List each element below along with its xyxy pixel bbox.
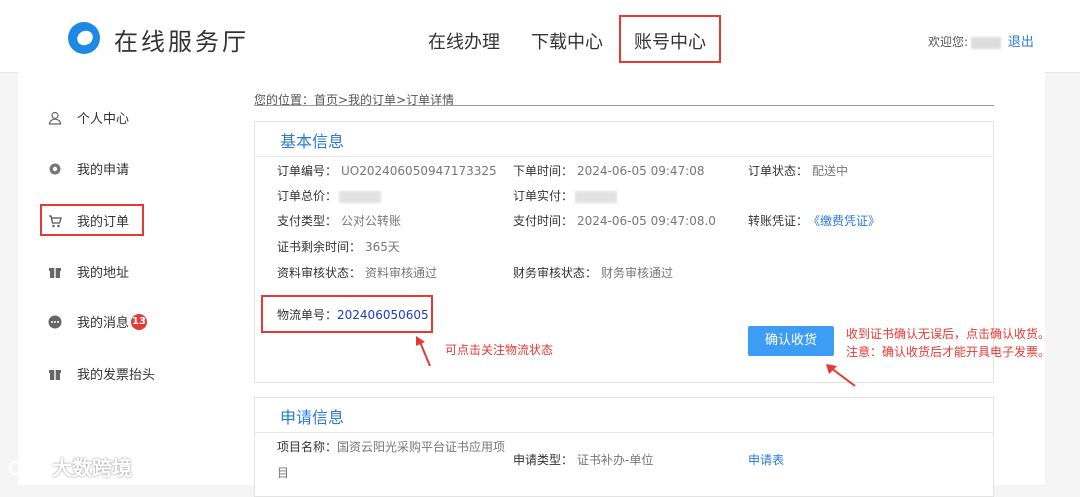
top-header: 在线服务厅 在线办理 下载中心 账号中心 欢迎您: 退出 [0, 0, 1080, 73]
pay-time-field: 支付时间： 2024-06-05 09:47:08.0 [513, 214, 716, 228]
pay-type-field: 支付类型： 公对公转账 [277, 214, 402, 228]
sidebar-item-label: 个人中心 [77, 112, 130, 127]
order-total-field: 订单总价： [277, 187, 382, 204]
sidebar-item-label: 我的发票抬头 [77, 368, 156, 383]
sidebar-item-label: 我的地址 [77, 266, 130, 281]
username-redacted [971, 36, 1002, 49]
logistics-tip-annotation: 可点击关注物流状态 [445, 343, 554, 357]
apply-info-panel: 申请信息 项目名称：国资云阳光采购平台证书应用项 目 申请类型： 证书补办-单位 … [254, 397, 994, 497]
arrow-annotation-icon [826, 364, 856, 387]
main-content: 您的位置：首页>我的订单>订单详情 基本信息 订单编号： UO2024060509… [240, 72, 1045, 497]
logo-icon [68, 22, 100, 54]
fin-review-field: 财务审核状态： 财务审核通过 [513, 266, 674, 280]
doc-review-field: 资料审核状态： 资料审核通过 [277, 266, 438, 280]
gift-icon [48, 265, 62, 279]
voucher-field: 转账凭证： 《缴费凭证》 [748, 214, 881, 228]
apply-form-field: 申请表 [748, 451, 784, 468]
pay-type-value: 公对公转账 [341, 214, 402, 228]
cert-remain-field: 证书剩余时间： 365天 [277, 240, 400, 254]
cert-remain-value: 365天 [365, 240, 400, 254]
welcome-area: 欢迎您: 退出 [928, 31, 1034, 50]
watermark-text: 大数跨境 [52, 456, 132, 480]
apply-info-title: 申请信息 [280, 408, 345, 427]
site-title: 在线服务厅 [114, 28, 249, 56]
project-name-field: 项目名称：国资云阳光采购平台证书应用项 [277, 440, 506, 454]
order-time-field: 下单时间： 2024-06-05 09:47:08 [513, 164, 705, 178]
order-paid-redacted [575, 190, 618, 203]
nav-download-center[interactable]: 下载中心 [531, 28, 603, 54]
watermark-logo-icon [8, 458, 44, 475]
panel-divider [255, 432, 993, 433]
confirm-tip-line-2: 注意：确认收货后才能开具电子发票。 [846, 345, 1051, 359]
order-time-value: 2024-06-05 09:47:08 [577, 164, 705, 178]
watermark: 大数跨境 [8, 452, 132, 481]
project-name-value: 国资云阳光采购平台证书应用项 [337, 440, 506, 454]
order-status-field: 订单状态： 配送中 [748, 164, 849, 178]
panel-divider [255, 156, 993, 157]
settings-icon [48, 162, 62, 176]
order-status-value: 配送中 [812, 164, 849, 178]
voucher-link[interactable]: 《缴费凭证》 [814, 214, 880, 228]
order-paid-field: 订单实付： [513, 187, 618, 204]
sidebar-highlight-box [40, 204, 144, 236]
order-total-redacted [339, 190, 382, 203]
sidebar-item-personal-center[interactable]: 个人中心 [48, 108, 129, 127]
welcome-text: 欢迎您: [928, 35, 969, 49]
logistics-highlight-box [261, 295, 433, 333]
logout-link[interactable]: 退出 [1008, 35, 1034, 50]
arrow-annotation-icon [416, 336, 431, 367]
pay-time-value: 2024-06-05 09:47:08.0 [577, 214, 716, 228]
sidebar-item-invoice-title[interactable]: 我的发票抬头 [48, 364, 155, 383]
chat-icon [48, 315, 62, 329]
sidebar-item-my-messages[interactable]: 我的消息 13 [48, 312, 148, 331]
sidebar-item-my-address[interactable]: 我的地址 [48, 262, 129, 281]
gift-icon [48, 367, 62, 381]
sidebar: 个人中心 我的申请 我的订单 我的地址 我的消息 13 我的发票抬头 [18, 72, 240, 485]
message-count-badge: 13 [131, 313, 148, 330]
sidebar-item-label: 我的消息 [77, 316, 130, 331]
user-icon [48, 111, 62, 125]
apply-type-value: 证书补办-单位 [577, 453, 654, 467]
order-number-field: 订单编号： UO202406050947173325 [277, 164, 497, 178]
fin-review-value: 财务审核通过 [601, 266, 674, 280]
apply-form-link[interactable]: 申请表 [748, 453, 784, 467]
nav-online-service[interactable]: 在线办理 [428, 28, 500, 54]
apply-type-field: 申请类型： 证书补办-单位 [513, 453, 654, 467]
doc-review-value: 资料审核通过 [365, 266, 438, 280]
sidebar-item-label: 我的申请 [77, 163, 130, 178]
basic-info-title: 基本信息 [280, 132, 345, 151]
project-name-continued: 目 [277, 466, 290, 480]
confirm-receipt-button[interactable]: 确认收货 [748, 326, 834, 356]
breadcrumb-divider [254, 105, 994, 106]
confirm-tip-line-1: 收到证书确认无误后，点击确认收货。 [846, 327, 1051, 341]
nav-highlight-box [619, 15, 721, 63]
sidebar-item-my-applications[interactable]: 我的申请 [48, 159, 129, 178]
order-number-value: UO202406050947173325 [341, 164, 497, 178]
